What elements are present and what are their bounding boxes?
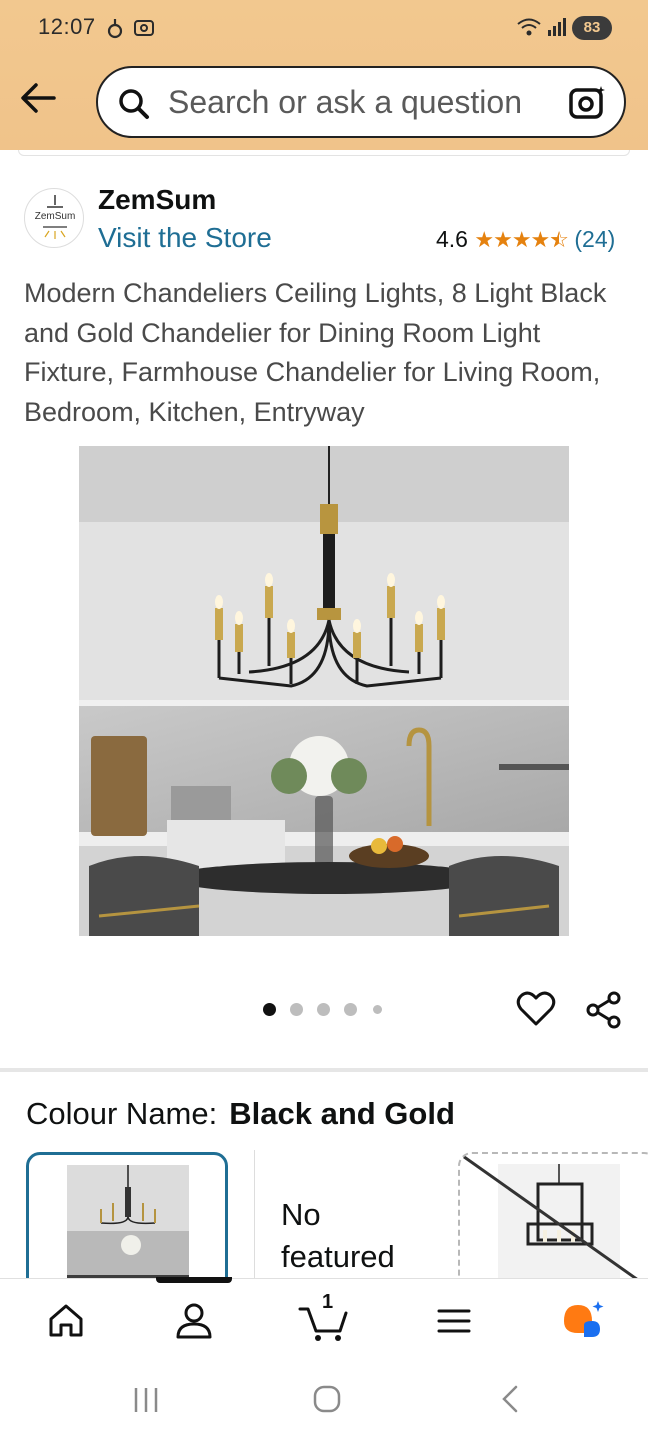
rating-count: (24) xyxy=(574,226,616,252)
bottom-nav: 1 xyxy=(0,1277,648,1364)
wishlist-heart-icon[interactable] xyxy=(516,990,556,1033)
brand-logo[interactable]: ZemSum xyxy=(24,188,84,248)
carousel-dot[interactable] xyxy=(373,1005,382,1014)
swatch-divider xyxy=(254,1150,255,1280)
rating-stars: ★★★★☆★ xyxy=(474,227,569,252)
system-nav-bar xyxy=(0,1364,648,1440)
header-divider xyxy=(18,150,630,156)
cart-icon[interactable]: 1 xyxy=(298,1291,350,1348)
carousel-dot-active[interactable] xyxy=(263,1003,276,1016)
carousel-dot[interactable] xyxy=(290,1003,303,1016)
status-time: 12:07 xyxy=(38,14,96,39)
account-icon[interactable] xyxy=(174,1301,214,1346)
colour-row: Colour Name: Black and Gold xyxy=(26,1096,455,1132)
section-divider xyxy=(0,1068,648,1072)
colour-label: Colour Name: xyxy=(26,1096,218,1131)
nav-active-indicator xyxy=(156,1277,232,1283)
wifi-icon xyxy=(516,16,542,43)
app-header: 12:07 83 Search or ask a question xyxy=(0,0,648,150)
camera-search-icon[interactable] xyxy=(568,84,608,125)
product-image[interactable] xyxy=(79,446,569,936)
signal-icon xyxy=(546,16,568,43)
carousel-dot[interactable] xyxy=(317,1003,330,1016)
status-bar: 12:07 83 xyxy=(0,0,648,60)
rating-value: 4.6 xyxy=(436,226,468,252)
no-featured-text-line1: No xyxy=(281,1197,321,1232)
back-button-icon[interactable] xyxy=(498,1384,522,1419)
search-input[interactable]: Search or ask a question xyxy=(168,84,522,121)
brand-name: ZemSum xyxy=(98,184,217,215)
screenshot-icon xyxy=(132,16,156,45)
no-featured-text-line2: featured xyxy=(281,1239,395,1274)
sim-icon xyxy=(106,16,124,45)
home-button-icon[interactable] xyxy=(312,1384,342,1419)
rufus-icon[interactable] xyxy=(560,1299,608,1346)
colour-option-unavailable[interactable]: No featured xyxy=(281,1194,395,1278)
recent-apps-icon[interactable] xyxy=(132,1386,160,1419)
search-icon xyxy=(118,88,150,125)
carousel-dot[interactable] xyxy=(344,1003,357,1016)
back-arrow-icon[interactable] xyxy=(18,80,58,116)
visit-store-link[interactable]: Visit the Store xyxy=(98,222,272,254)
home-icon[interactable] xyxy=(46,1301,86,1346)
share-icon[interactable] xyxy=(584,990,624,1035)
cart-count: 1 xyxy=(322,1291,334,1313)
battery-indicator: 83 xyxy=(572,16,612,40)
rating-summary[interactable]: 4.6 ★★★★☆★ (24) xyxy=(436,226,615,253)
search-bar[interactable]: Search or ask a question xyxy=(96,66,626,138)
product-title: Modern Chandeliers Ceiling Lights, 8 Lig… xyxy=(24,278,607,427)
colour-value: Black and Gold xyxy=(229,1096,455,1131)
brand-logo-text: ZemSum xyxy=(34,211,76,222)
menu-icon[interactable] xyxy=(436,1301,472,1346)
